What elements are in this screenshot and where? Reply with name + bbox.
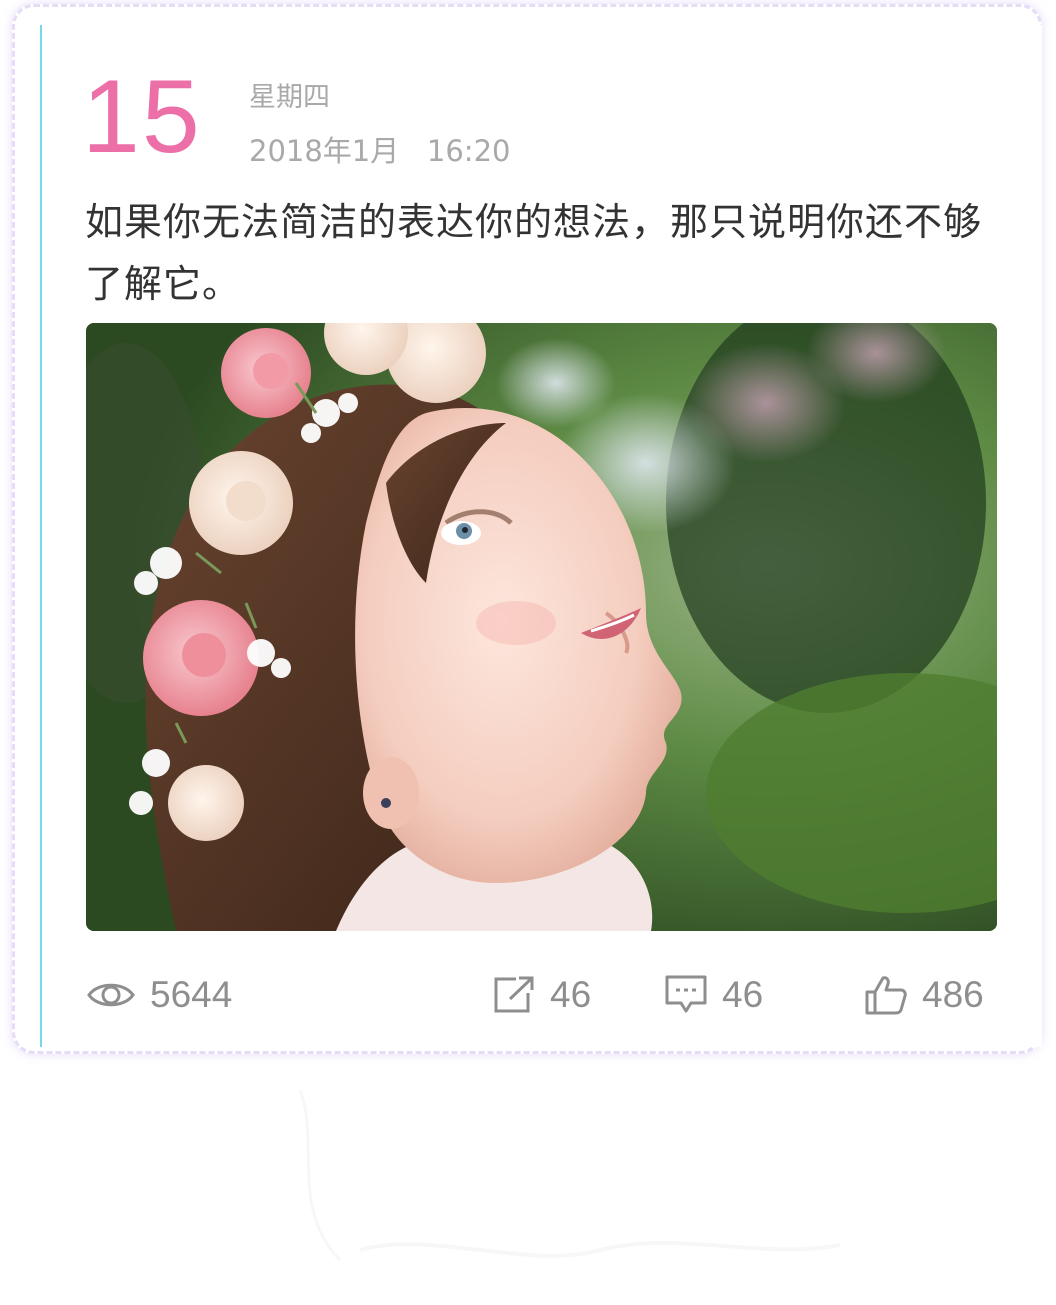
shares-count: 46	[550, 974, 592, 1015]
comments-count: 46	[722, 974, 764, 1015]
comment-button[interactable]: 46	[664, 965, 763, 1025]
photo-girl-with-flower-crown	[86, 323, 997, 931]
page: 15 星期四 2018年1月 16:20 如果你无法简洁的表达你的想法，那只说明…	[0, 0, 1056, 1305]
share-button[interactable]: 46	[492, 965, 591, 1025]
eye-icon	[86, 978, 136, 1012]
views-count: 5644	[150, 974, 233, 1015]
post-datetime: 2018年1月 16:20	[249, 134, 511, 168]
thumbs-up-icon	[864, 974, 908, 1016]
post-photo[interactable]	[86, 323, 997, 931]
card-frame: 15 星期四 2018年1月 16:20 如果你无法简洁的表达你的想法，那只说明…	[12, 4, 1042, 1054]
post-stats: 5644 46 46 486	[86, 965, 998, 1025]
share-icon	[492, 975, 536, 1015]
post-card[interactable]: 15 星期四 2018年1月 16:20 如果你无法简洁的表达你的想法，那只说明…	[40, 25, 1042, 1047]
likes-count: 486	[922, 974, 984, 1015]
views-stat: 5644	[86, 965, 232, 1025]
day-number: 15	[82, 59, 202, 175]
comment-icon	[664, 974, 708, 1016]
like-button[interactable]: 486	[864, 965, 984, 1025]
weekday-label: 星期四	[249, 82, 330, 113]
post-quote: 如果你无法简洁的表达你的想法，那只说明你还不够了解它。	[85, 200, 983, 306]
watermark-decoration	[298, 1089, 841, 1262]
